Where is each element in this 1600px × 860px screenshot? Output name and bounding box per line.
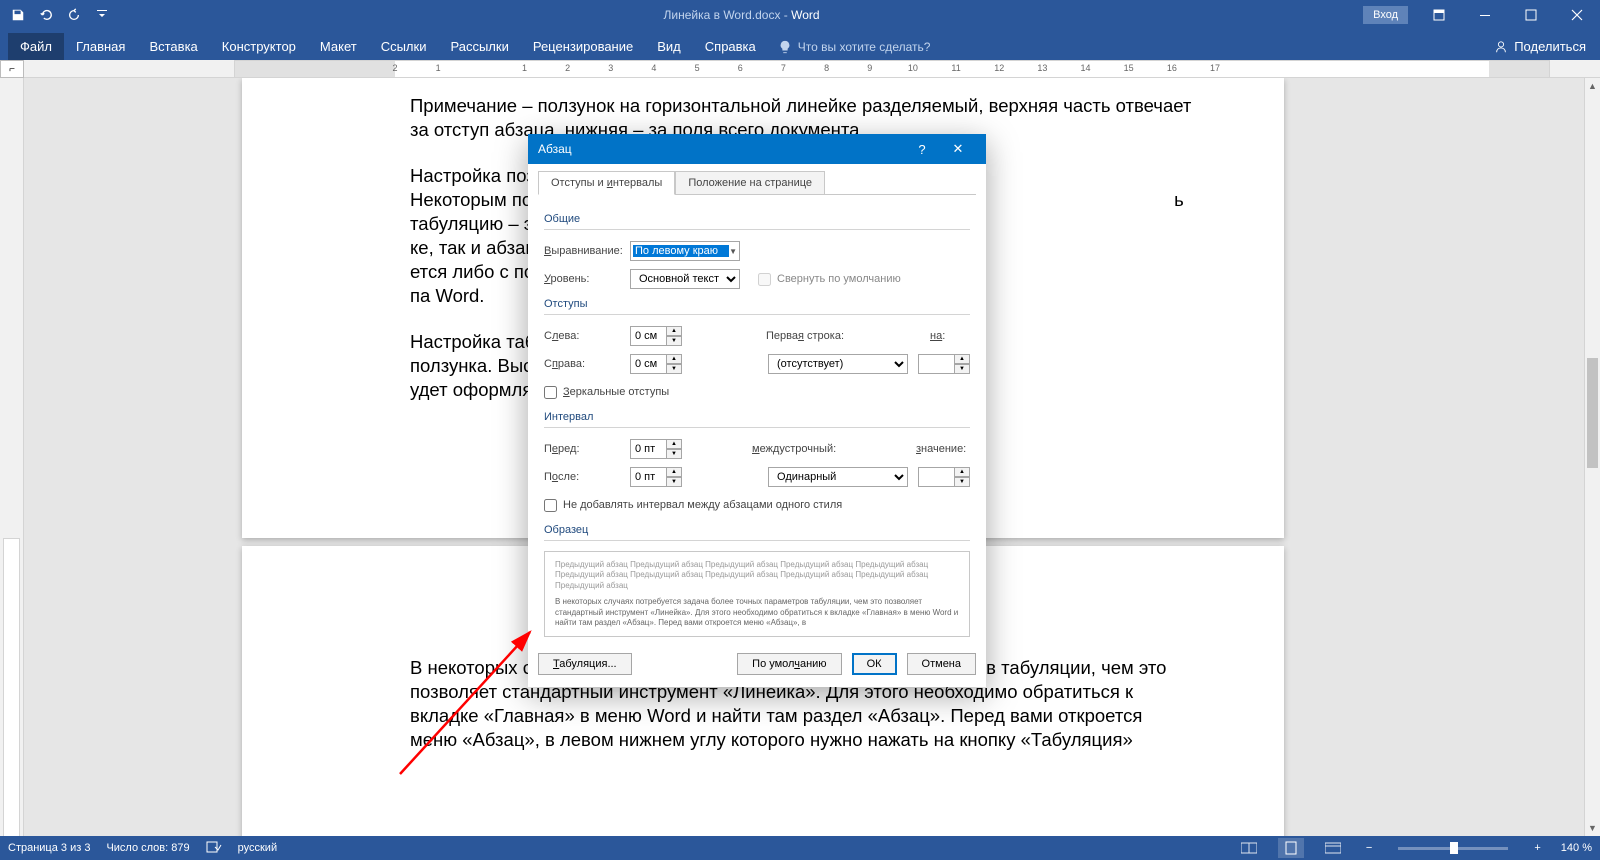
zoom-out-button[interactable]: −	[1362, 842, 1376, 854]
view-web-layout[interactable]	[1320, 838, 1346, 858]
status-page[interactable]: Страница 3 из 3	[8, 842, 90, 854]
checkbox-no-extra-space[interactable]: Не добавлять интервал между абзацами одн…	[544, 499, 842, 512]
tab-review[interactable]: Рецензирование	[521, 33, 645, 60]
signin-button[interactable]: Вход	[1363, 6, 1408, 24]
view-read-mode[interactable]	[1236, 838, 1262, 858]
combo-outline-level[interactable]: Основной текст	[630, 269, 740, 289]
zoom-level[interactable]: 140 %	[1561, 842, 1592, 854]
checkbox-mirror-indents[interactable]: Зеркальные отступы	[544, 386, 669, 399]
section-preview: Образец	[544, 524, 970, 543]
status-spellcheck-icon[interactable]	[206, 840, 222, 857]
section-spacing: Интервал	[544, 411, 970, 430]
label-outline-level: Уровень:	[544, 273, 630, 285]
status-language[interactable]: русский	[238, 842, 277, 854]
redo-button[interactable]	[62, 3, 86, 27]
label-space-before: Перед:	[544, 443, 630, 455]
dialog-help-button[interactable]: ?	[904, 134, 940, 164]
tab-mailings[interactable]: Рассылки	[438, 33, 520, 60]
checkbox-collapse-default: Свернуть по умолчанию	[758, 273, 901, 286]
horizontal-ruler-bar: ⌐ 211234567891011121314151617	[0, 60, 1600, 78]
label-first-line: Первая строка:	[766, 330, 882, 342]
combo-first-line[interactable]: (отсутствует)	[768, 354, 908, 374]
tabs-button[interactable]: Табуляция...	[538, 653, 632, 675]
minimize-button[interactable]	[1462, 0, 1508, 30]
dialog-title: Абзац	[538, 142, 904, 156]
tab-line-page-breaks[interactable]: Положение на странице	[675, 171, 825, 195]
scroll-down-button[interactable]: ▼	[1585, 820, 1600, 836]
tab-insert[interactable]: Вставка	[137, 33, 209, 60]
tab-design[interactable]: Конструктор	[210, 33, 308, 60]
horizontal-ruler[interactable]: 211234567891011121314151617	[24, 60, 1600, 77]
zoom-slider[interactable]	[1398, 847, 1508, 850]
dialog-tabs: Отступы и интервалы Положение на страниц…	[528, 164, 986, 194]
spinner-indent-right[interactable]: ▲▼	[630, 354, 682, 374]
tab-selector[interactable]: ⌐	[0, 60, 24, 78]
lightbulb-icon	[778, 40, 792, 54]
ribbon-display-options-button[interactable]	[1416, 0, 1462, 30]
tell-me-search[interactable]: Что вы хотите сделать?	[768, 34, 941, 60]
label-indent-left: Слева:	[544, 330, 630, 342]
titlebar: Линейка в Word.docx - Word Вход	[0, 0, 1600, 30]
set-default-button[interactable]: По умолчанию	[737, 653, 841, 675]
spinner-space-before[interactable]: ▲▼	[630, 439, 682, 459]
share-icon	[1494, 40, 1508, 54]
dialog-close-button[interactable]: ✕	[940, 134, 976, 164]
maximize-button[interactable]	[1508, 0, 1554, 30]
tab-view[interactable]: Вид	[645, 33, 693, 60]
tab-help[interactable]: Справка	[693, 33, 768, 60]
cancel-button[interactable]: Отмена	[907, 653, 976, 675]
paragraph-dialog: Абзац ? ✕ Отступы и интервалы Положение …	[528, 134, 986, 687]
combo-line-spacing[interactable]: Одинарный	[768, 467, 908, 487]
scroll-up-button[interactable]: ▲	[1585, 78, 1600, 94]
label-alignment: Выравнивание:	[544, 245, 630, 257]
tab-references[interactable]: Ссылки	[369, 33, 439, 60]
quick-access-toolbar	[0, 3, 120, 27]
undo-button[interactable]	[34, 3, 58, 27]
spinner-space-after[interactable]: ▲▼	[630, 467, 682, 487]
save-button[interactable]	[6, 3, 30, 27]
ok-button[interactable]: ОК	[852, 653, 897, 675]
vertical-scrollbar[interactable]: ▲ ▼	[1584, 78, 1600, 836]
label-at: значение:	[916, 443, 970, 455]
vertical-ruler[interactable]	[0, 78, 24, 836]
tab-indents-spacing[interactable]: Отступы и интервалы	[538, 171, 675, 195]
scroll-thumb[interactable]	[1587, 358, 1598, 468]
spinner-at[interactable]: ▲▼	[918, 467, 970, 487]
document-name: Линейка в Word.docx	[664, 8, 781, 22]
tab-home[interactable]: Главная	[64, 33, 137, 60]
status-word-count[interactable]: Число слов: 879	[106, 842, 189, 854]
spinner-by-indent[interactable]: ▲▼	[918, 354, 970, 374]
section-indentation: Отступы	[544, 298, 970, 317]
ribbon-tabs: Файл Главная Вставка Конструктор Макет С…	[0, 30, 1600, 60]
close-button[interactable]	[1554, 0, 1600, 30]
view-print-layout[interactable]	[1278, 838, 1304, 858]
section-general: Общие	[544, 213, 970, 232]
spinner-indent-left[interactable]: ▲▼	[630, 326, 682, 346]
label-by: на:	[930, 330, 970, 342]
share-button[interactable]: Поделиться	[1480, 33, 1600, 60]
label-line-spacing: междустрочный:	[752, 443, 868, 455]
label-indent-right: Справа:	[544, 358, 630, 370]
app-name: Word	[791, 8, 819, 22]
status-bar: Страница 3 из 3 Число слов: 879 русский …	[0, 836, 1600, 860]
combo-alignment[interactable]: По левому краю ▼	[630, 241, 740, 261]
preview-box: Предыдущий абзац Предыдущий абзац Предыд…	[544, 551, 970, 637]
dialog-titlebar[interactable]: Абзац ? ✕	[528, 134, 986, 164]
qat-customize-button[interactable]	[90, 3, 114, 27]
tab-file[interactable]: Файл	[8, 33, 64, 60]
tab-layout[interactable]: Макет	[308, 33, 369, 60]
label-space-after: После:	[544, 471, 630, 483]
window-title: Линейка в Word.docx - Word	[120, 8, 1363, 22]
zoom-in-button[interactable]: +	[1530, 842, 1544, 854]
